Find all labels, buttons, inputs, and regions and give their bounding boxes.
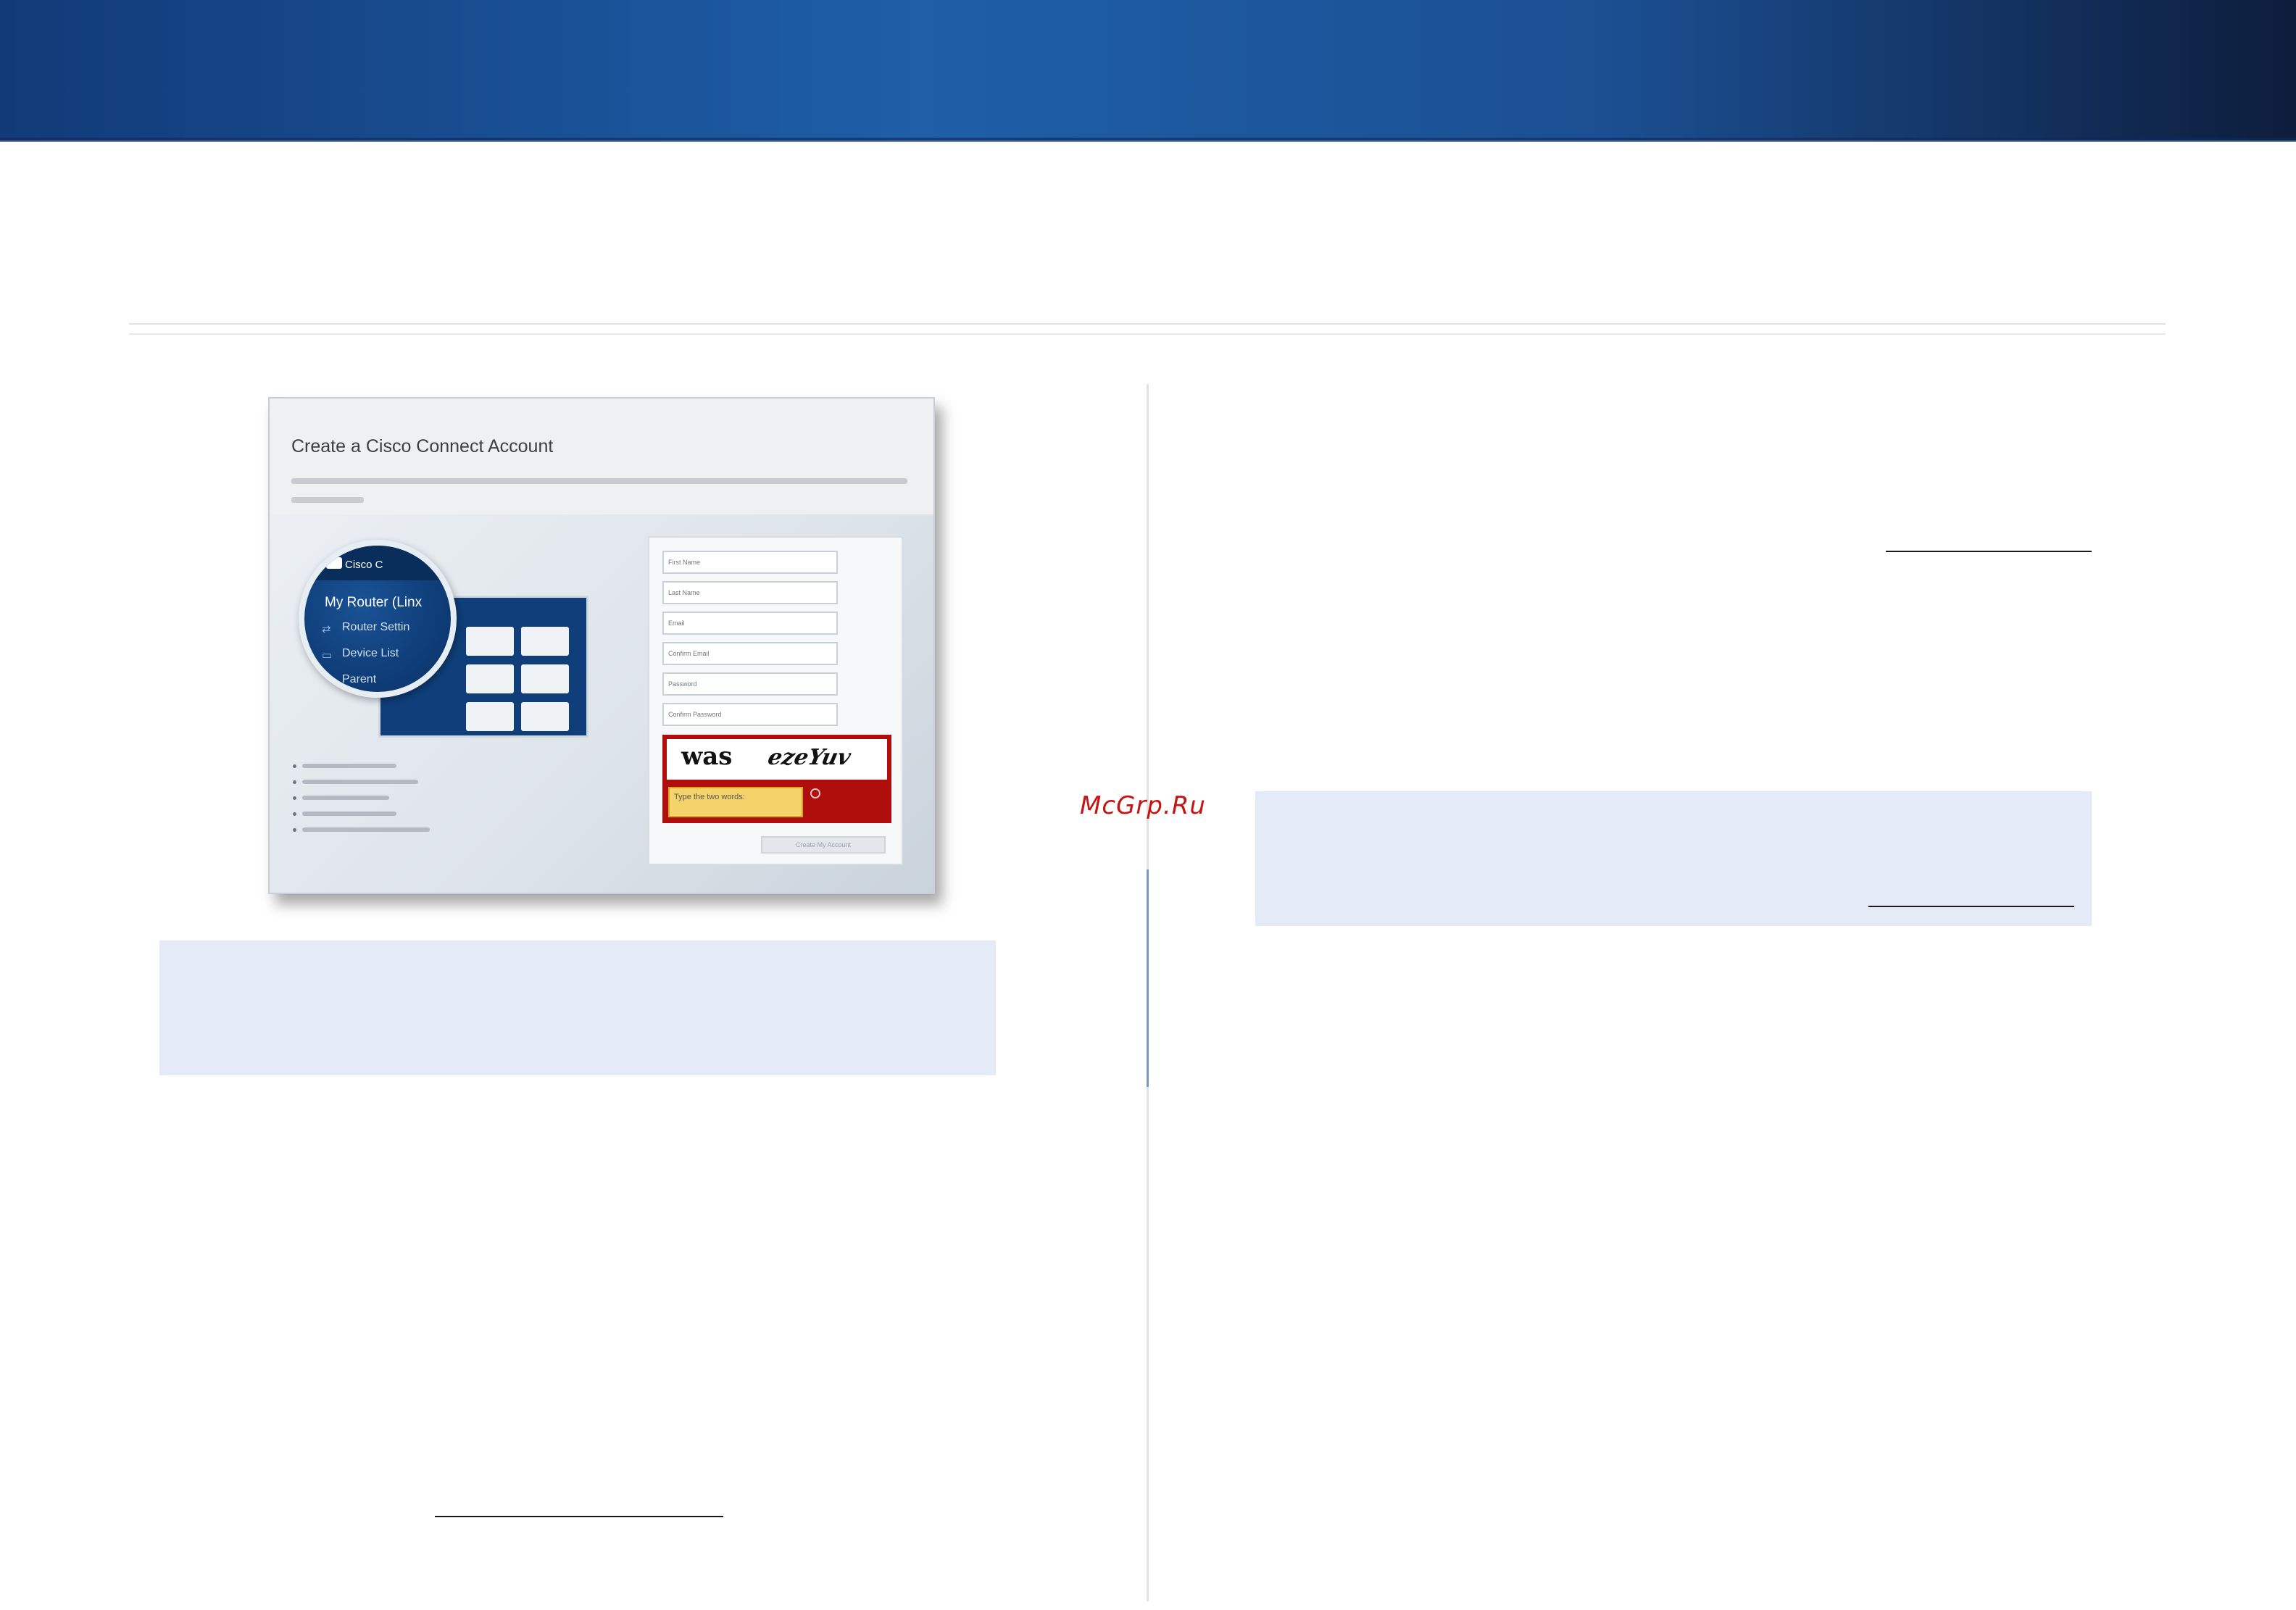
list-item (293, 758, 430, 774)
screenshot-description-line (291, 478, 907, 484)
captcha-image: was ezeYuv (667, 739, 887, 780)
last-name-field[interactable]: Last Name (662, 581, 838, 604)
menu-item-router-settings: Router Settin (342, 621, 410, 633)
link-underline[interactable] (435, 1516, 723, 1517)
link-underline[interactable] (1886, 551, 2092, 552)
watermark-text: McGrp.Ru (1080, 791, 1206, 820)
device-icon: ▭ (322, 649, 333, 662)
create-account-button[interactable]: Create My Account (761, 836, 886, 854)
screenshot-description-line (291, 497, 364, 503)
router-name: My Router (Linx (325, 595, 423, 610)
column-divider-accent (1147, 869, 1149, 1087)
section-divider (129, 323, 2166, 325)
menu-item-parental: Parent (342, 673, 377, 685)
dashboard-tile (521, 664, 569, 693)
password-field[interactable]: Password (662, 672, 838, 696)
refresh-icon[interactable] (810, 788, 820, 798)
captcha-widget: was ezeYuv Type the two words: (662, 735, 891, 823)
home-icon (326, 557, 342, 569)
feature-list (293, 758, 430, 838)
dashboard-tile (466, 702, 514, 731)
dashboard-tile (466, 627, 514, 656)
first-name-field[interactable]: First Name (662, 551, 838, 574)
menu-item-device-list: Device List (342, 647, 399, 659)
captcha-input[interactable]: Type the two words: (668, 787, 803, 817)
router-icon: ⇄ (322, 623, 331, 635)
link-underline[interactable] (1868, 906, 2074, 907)
screenshot-title: Create a Cisco Connect Account (291, 436, 554, 456)
magnifier-callout: Cisco C My Router (Linx ⇄ Router Settin … (299, 540, 457, 698)
list-item (293, 806, 430, 822)
dashboard-tile (466, 664, 514, 693)
parental-icon: ▲ (322, 675, 333, 687)
header-band-edge (0, 138, 2296, 142)
dashboard-tile (521, 702, 569, 731)
captcha-word: was (681, 742, 733, 771)
email-field[interactable]: Email (662, 612, 838, 635)
list-item (293, 822, 430, 838)
app-logo-text: Cisco C (345, 559, 383, 571)
note-box (159, 940, 996, 1075)
note-box (1255, 791, 2092, 926)
confirm-email-field[interactable]: Confirm Email (662, 642, 838, 665)
confirm-password-field[interactable]: Confirm Password (662, 703, 838, 726)
list-item (293, 790, 430, 806)
cisco-connect-screenshot: Create a Cisco Connect Account Cisco C M… (268, 397, 935, 894)
header-band (0, 0, 2296, 141)
dashboard-tile (521, 627, 569, 656)
list-item (293, 774, 430, 790)
account-form: First Name Last Name Email Confirm Email… (648, 536, 903, 865)
section-divider-secondary (129, 333, 2166, 335)
captcha-word: ezeYuv (765, 745, 853, 770)
screenshot-header: Create a Cisco Connect Account (270, 399, 933, 514)
